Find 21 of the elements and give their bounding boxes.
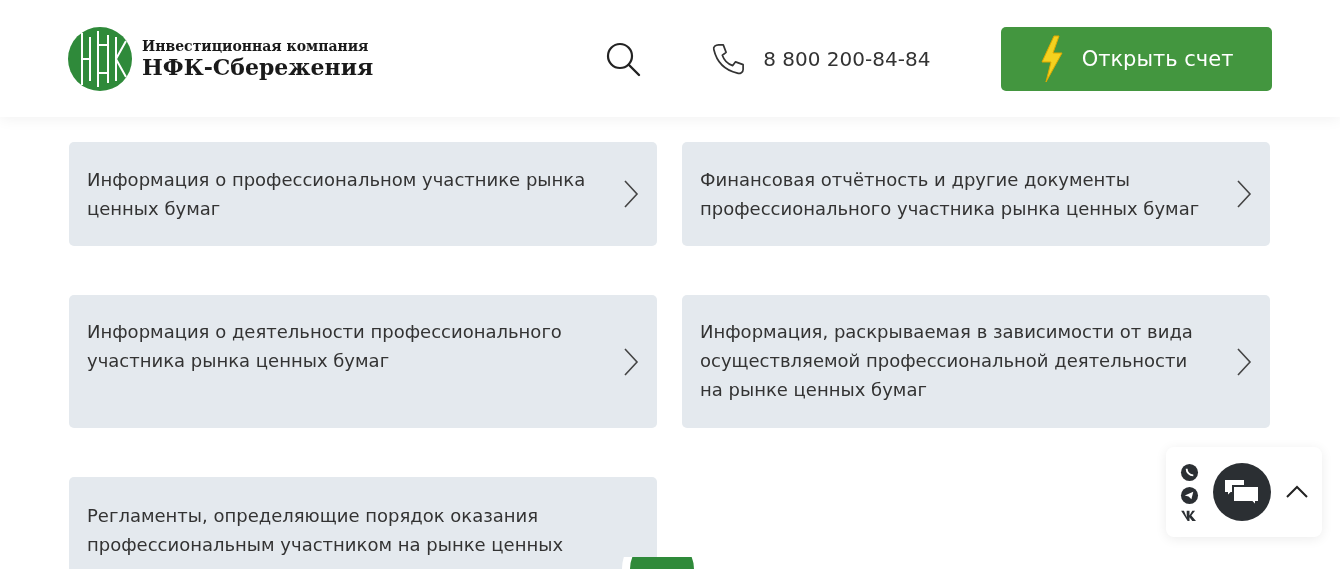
- phone-number[interactable]: 8 800 200-84-84: [763, 46, 931, 71]
- chat-icon[interactable]: [1213, 463, 1271, 521]
- chevron-up-icon[interactable]: [1285, 485, 1309, 499]
- document-section-link[interactable]: Информация, раскрываемая в зависимости от вида осуществляемой профессиональной деятельности на рынке ценных бумаг: [682, 295, 1270, 428]
- search-icon[interactable]: [605, 40, 642, 77]
- document-section-link[interactable]: Финансовая отчётность и другие документы профессионального участника рынка ценных бумаг: [682, 142, 1270, 246]
- chevron-right-icon: [623, 179, 639, 209]
- phone-icon: [711, 41, 746, 76]
- chevron-right-icon: [1236, 179, 1252, 209]
- whatsapp-icon[interactable]: [1180, 462, 1199, 482]
- telegram-icon[interactable]: [1180, 485, 1199, 505]
- open-account-button[interactable]: Открыть счет: [1001, 26, 1272, 91]
- chevron-right-icon: [623, 346, 639, 377]
- lightning-icon: [1039, 34, 1064, 83]
- logo-tagline: Инвестиционная компания: [142, 37, 370, 54]
- document-section-link[interactable]: Регламенты, определяющие порядок оказания профессиональным участником на рынке ценных: [69, 477, 657, 569]
- logo-name: НФК-Сбережения: [142, 53, 374, 80]
- chevron-right-icon: [1236, 346, 1252, 377]
- document-section-link[interactable]: Информация о профессиональном участнике рынка ценных бумаг: [69, 142, 657, 246]
- vk-icon[interactable]: [1180, 508, 1199, 522]
- document-section-link[interactable]: Информация о деятельности профессионального участника рынка ценных бумаг: [69, 295, 657, 428]
